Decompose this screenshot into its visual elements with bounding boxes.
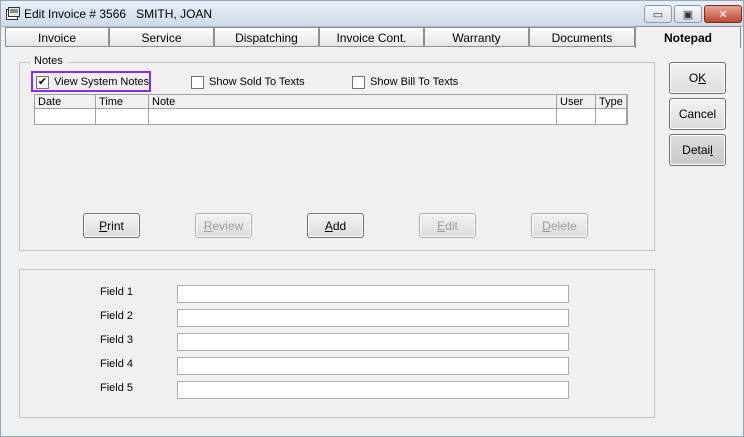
field-3-label: Field 3 (100, 334, 134, 346)
column-header-date: Date (38, 96, 62, 108)
column-user[interactable]: User (557, 95, 596, 124)
tab-warranty[interactable]: Warranty (424, 27, 529, 47)
column-type[interactable]: Type (596, 95, 627, 124)
field-1-label: Field 1 (100, 286, 134, 298)
maximize-button[interactable]: ▣ (674, 5, 702, 23)
field-1-input[interactable] (177, 285, 569, 303)
field-2-input[interactable] (177, 309, 569, 327)
tab-invoice[interactable]: Invoice (5, 27, 109, 47)
field-3-input[interactable] (177, 333, 569, 351)
field-5-label: Field 5 (100, 382, 134, 394)
tab-strip: Invoice Service Dispatching Invoice Cont… (5, 26, 741, 48)
show-sold-to-texts-label: Show Sold To Texts (209, 76, 305, 88)
column-header-type: Type (599, 96, 623, 108)
delete-button[interactable]: Delete (531, 213, 588, 238)
tab-divider (5, 46, 636, 47)
field-4-input[interactable] (177, 357, 569, 375)
notes-legend: Notes (30, 55, 67, 67)
minimize-button[interactable]: ▭ (644, 5, 672, 23)
checkbox-unchecked-icon[interactable] (352, 75, 365, 89)
window-title: Edit Invoice # 3566 SMITH, JOAN (24, 7, 213, 21)
detail-button[interactable]: Detai l (669, 134, 726, 166)
column-date[interactable]: Date (35, 95, 96, 124)
column-time[interactable]: Time (96, 95, 149, 124)
ok-button[interactable]: OK (669, 62, 726, 94)
edit-button[interactable]: Edit (419, 213, 476, 238)
close-icon: ✕ (718, 8, 728, 21)
print-button[interactable]: Print (83, 213, 140, 238)
checkbox-unchecked-icon[interactable] (191, 75, 204, 89)
cancel-button[interactable]: Cancel (669, 98, 726, 130)
notes-grid[interactable]: Date Time Note User Type (34, 94, 628, 125)
maximize-icon: ▣ (682, 8, 694, 21)
show-bill-to-texts-label: Show Bill To Texts (370, 76, 459, 88)
tab-service[interactable]: Service (109, 27, 214, 47)
tab-dispatching[interactable]: Dispatching (214, 27, 319, 47)
column-note[interactable]: Note (149, 95, 557, 124)
field-2-label: Field 2 (100, 310, 134, 322)
column-header-note: Note (152, 96, 176, 108)
title-bar[interactable]: Edit Invoice # 3566 SMITH, JOAN ▭ ▣ ✕ (1, 1, 743, 27)
field-4-label: Field 4 (100, 358, 134, 370)
show-sold-to-texts-checkbox[interactable]: Show Sold To Texts (191, 74, 305, 90)
tab-notepad[interactable]: Notepad (635, 26, 741, 48)
tab-documents[interactable]: Documents (529, 27, 635, 47)
column-header-user: User (560, 96, 584, 108)
app-icon (6, 7, 20, 20)
add-button[interactable]: Add (307, 213, 364, 238)
edit-invoice-window: Edit Invoice # 3566 SMITH, JOAN ▭ ▣ ✕ In… (0, 0, 744, 437)
field-5-input[interactable] (177, 381, 569, 399)
close-button[interactable]: ✕ (704, 5, 742, 23)
column-header-time: Time (99, 96, 124, 108)
minimize-icon: ▭ (652, 8, 664, 21)
tab-invoice-cont[interactable]: Invoice Cont. (319, 27, 424, 47)
show-bill-to-texts-checkbox[interactable]: Show Bill To Texts (352, 74, 458, 90)
review-button[interactable]: Review (195, 213, 252, 238)
focus-highlight (31, 71, 151, 92)
